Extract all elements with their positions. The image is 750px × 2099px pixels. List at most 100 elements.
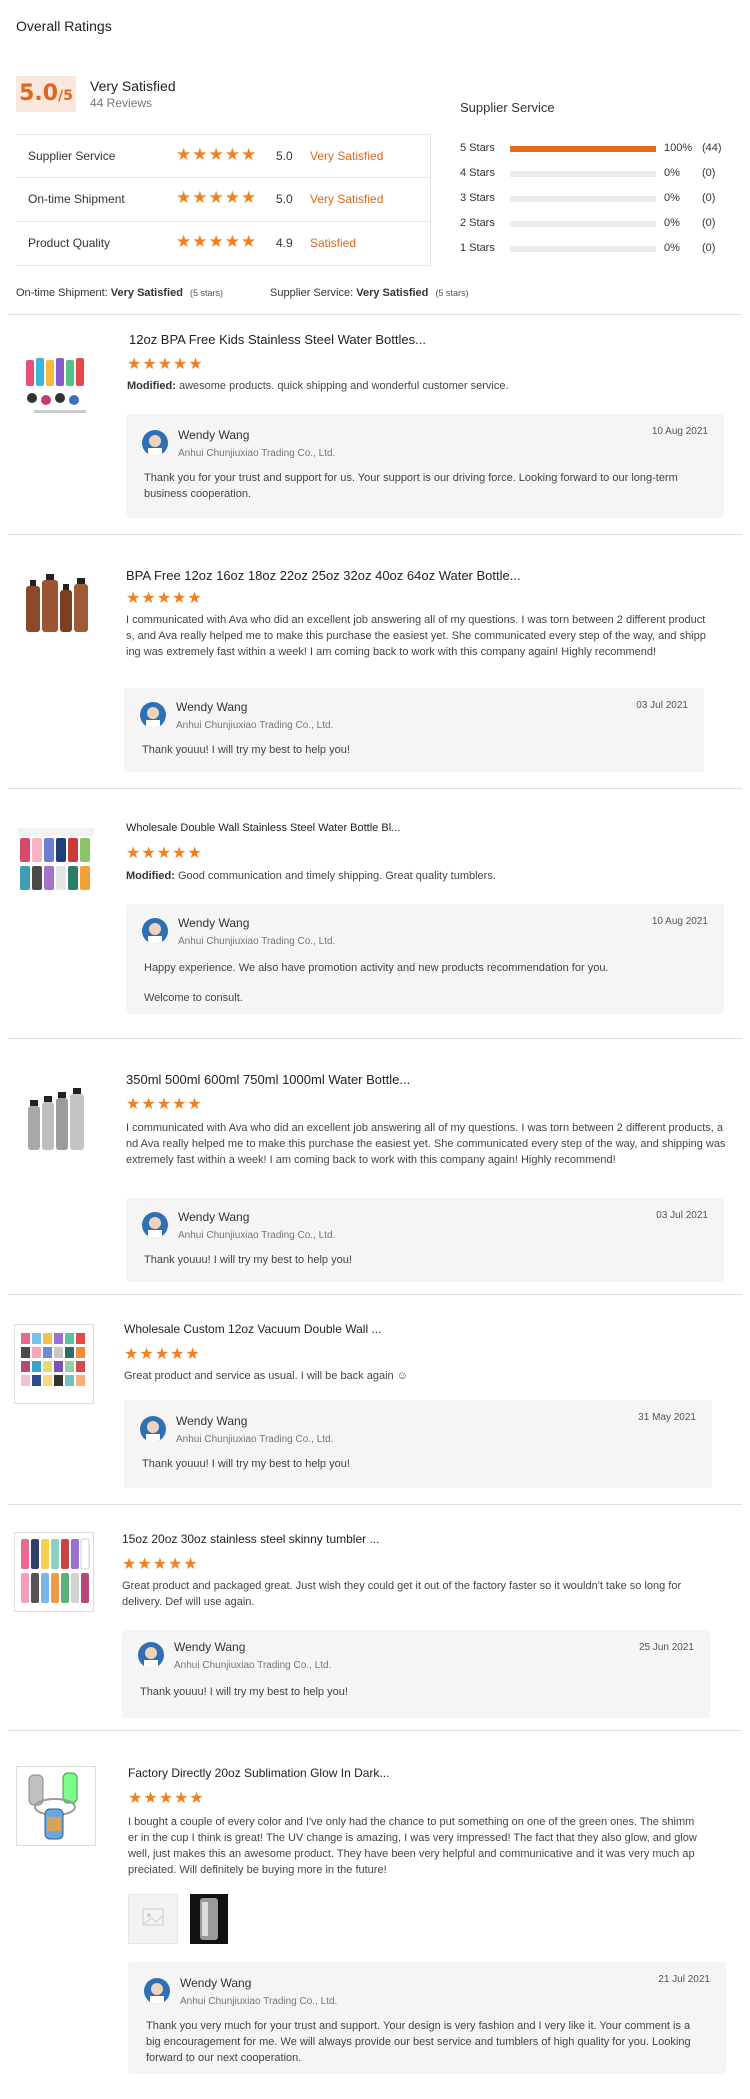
product-thumbnail[interactable]: [16, 826, 96, 906]
reply-author: Wendy Wang: [178, 428, 250, 442]
review-product-title[interactable]: Wholesale Double Wall Stainless Steel Wa…: [126, 822, 400, 834]
product-thumbnail[interactable]: [22, 1082, 102, 1162]
distribution-count: (0): [702, 192, 716, 204]
metric-satisfaction: Satisfied: [310, 236, 357, 250]
star-rating-icon: ★★★★★: [126, 845, 203, 862]
avatar: [142, 918, 168, 944]
reply-date: 03 Jul 2021: [656, 1210, 708, 1221]
reply-date: 31 May 2021: [638, 1412, 696, 1423]
distribution-label: 2 Stars: [460, 217, 495, 229]
distribution-row: 3 Stars 0% (0): [460, 190, 740, 215]
summary-label: Supplier Service:: [270, 287, 354, 299]
overall-score-label: Very Satisfied: [90, 78, 176, 94]
summary-stars: (5 stars): [189, 288, 223, 298]
metric-score: 5.0: [276, 149, 293, 163]
review-product-title[interactable]: 12oz BPA Free Kids Stainless Steel Water…: [129, 332, 426, 347]
review-photo[interactable]: [128, 1894, 178, 1944]
overall-review-count: 44 Reviews: [90, 96, 153, 110]
metric-row-product-quality: Product Quality ★★★★★ 4.9 Satisfied: [16, 222, 430, 266]
product-thumbnail[interactable]: [16, 1766, 96, 1846]
metric-score: 5.0: [276, 192, 293, 206]
overall-score-value: 5.0: [19, 81, 59, 106]
reply-author: Wendy Wang: [176, 1414, 248, 1428]
distribution-count: (44): [702, 142, 722, 154]
star-rating-icon: ★★★★★: [126, 1096, 203, 1113]
metric-satisfaction: Very Satisfied: [310, 192, 384, 206]
star-distribution: 5 Stars 100% (44) 4 Stars 0% (0) 3 Stars…: [460, 140, 740, 265]
distribution-percent: 0%: [664, 167, 680, 179]
review-item: BPA Free 12oz 16oz 18oz 22oz 25oz 32oz 4…: [0, 534, 750, 788]
summary-stars: (5 stars): [435, 288, 469, 298]
reply-text: Happy experience. We also have promotion…: [144, 962, 609, 974]
reply-text: Thank you very much for your trust and s…: [146, 2020, 691, 2064]
reply-company: Anhui Chunjiuxiao Trading Co., Ltd.: [180, 1996, 338, 2007]
review-item: Wholesale Custom 12oz Vacuum Double Wall…: [0, 1294, 750, 1504]
distribution-count: (0): [702, 242, 716, 254]
product-thumbnail[interactable]: [18, 564, 98, 644]
distribution-row: 1 Stars 0% (0): [460, 240, 740, 265]
reply-date: 10 Aug 2021: [651, 426, 708, 437]
reply-author: Wendy Wang: [174, 1640, 246, 1654]
supplier-service-heading: Supplier Service: [460, 100, 555, 115]
review-text: I bought a couple of every color and I'v…: [128, 1816, 697, 1876]
supplier-reply: Wendy Wang Anhui Chunjiuxiao Trading Co.…: [124, 688, 704, 772]
review-body: awesome products. quick shipping and won…: [178, 380, 509, 392]
review-text: Great product and service as usual. I wi…: [124, 1370, 408, 1382]
overall-ratings-title: Overall Ratings: [16, 18, 112, 34]
summary-value: Very Satisfied: [110, 287, 183, 299]
star-rating-icon: ★★★★★: [122, 1556, 199, 1573]
distribution-bar: [510, 246, 656, 252]
reply-text: Thank you for your trust and support for…: [144, 472, 678, 500]
product-thumbnail[interactable]: [20, 348, 100, 428]
review-product-title[interactable]: 15oz 20oz 30oz stainless steel skinny tu…: [122, 1532, 379, 1546]
avatar: [138, 1642, 164, 1668]
avatar: [142, 1212, 168, 1238]
metric-row-supplier-service: Supplier Service ★★★★★ 5.0 Very Satisfie…: [16, 134, 430, 178]
distribution-label: 1 Stars: [460, 242, 495, 254]
review-text: I communicated with Ava who did an excel…: [126, 1122, 726, 1166]
reply-text: Thank youuu! I will try my best to help …: [144, 1254, 352, 1266]
distribution-row: 5 Stars 100% (44): [460, 140, 740, 165]
modified-label: Modified:: [127, 380, 176, 392]
reply-company: Anhui Chunjiuxiao Trading Co., Ltd.: [178, 448, 336, 459]
review-photo[interactable]: [190, 1894, 228, 1944]
reply-text-second: Welcome to consult.: [144, 992, 243, 1004]
star-rating-icon: ★★★★★: [176, 232, 258, 251]
reply-author: Wendy Wang: [178, 1210, 250, 1224]
review-product-title[interactable]: Factory Directly 20oz Sublimation Glow I…: [128, 1766, 389, 1780]
distribution-bar: [510, 146, 656, 152]
review-text: Great product and packaged great. Just w…: [122, 1580, 682, 1608]
metrics-divider: [430, 134, 431, 266]
reply-company: Anhui Chunjiuxiao Trading Co., Ltd.: [176, 1434, 334, 1445]
reply-company: Anhui Chunjiuxiao Trading Co., Ltd.: [178, 1230, 336, 1241]
star-rating-icon: ★★★★★: [127, 356, 204, 373]
avatar: [142, 430, 168, 456]
review-product-title[interactable]: BPA Free 12oz 16oz 18oz 22oz 25oz 32oz 4…: [126, 568, 521, 583]
review-product-title[interactable]: 350ml 500ml 600ml 750ml 1000ml Water Bot…: [126, 1072, 410, 1087]
review-body: Good communication and timely shipping. …: [177, 870, 496, 882]
review-text: I communicated with Ava who did an excel…: [126, 614, 706, 658]
review-product-title[interactable]: Wholesale Custom 12oz Vacuum Double Wall…: [124, 1322, 381, 1336]
overall-score-badge: 5.0/5: [16, 76, 76, 112]
distribution-row: 2 Stars 0% (0): [460, 215, 740, 240]
product-thumbnail[interactable]: [14, 1324, 94, 1404]
metric-row-on-time-shipment: On-time Shipment ★★★★★ 5.0 Very Satisfie…: [16, 178, 430, 222]
reply-company: Anhui Chunjiuxiao Trading Co., Ltd.: [174, 1660, 332, 1671]
distribution-count: (0): [702, 167, 716, 179]
supplier-reply: Wendy Wang Anhui Chunjiuxiao Trading Co.…: [128, 1962, 726, 2074]
star-rating-icon: ★★★★★: [124, 1346, 201, 1363]
rating-metrics: Supplier Service ★★★★★ 5.0 Very Satisfie…: [16, 134, 431, 266]
reply-company: Anhui Chunjiuxiao Trading Co., Ltd.: [176, 720, 334, 731]
reply-date: 25 Jun 2021: [638, 1642, 694, 1653]
reply-author: Wendy Wang: [180, 1976, 252, 1990]
distribution-bar: [510, 171, 656, 177]
distribution-label: 3 Stars: [460, 192, 495, 204]
supplier-reply: Wendy Wang Anhui Chunjiuxiao Trading Co.…: [126, 414, 724, 518]
reply-company: Anhui Chunjiuxiao Trading Co., Ltd.: [178, 936, 336, 947]
star-rating-icon: ★★★★★: [176, 188, 258, 207]
modified-label: Modified:: [126, 870, 175, 882]
avatar: [140, 1416, 166, 1442]
review-item: 15oz 20oz 30oz stainless steel skinny tu…: [0, 1504, 750, 1730]
product-thumbnail[interactable]: [14, 1532, 94, 1612]
distribution-label: 5 Stars: [460, 142, 495, 154]
